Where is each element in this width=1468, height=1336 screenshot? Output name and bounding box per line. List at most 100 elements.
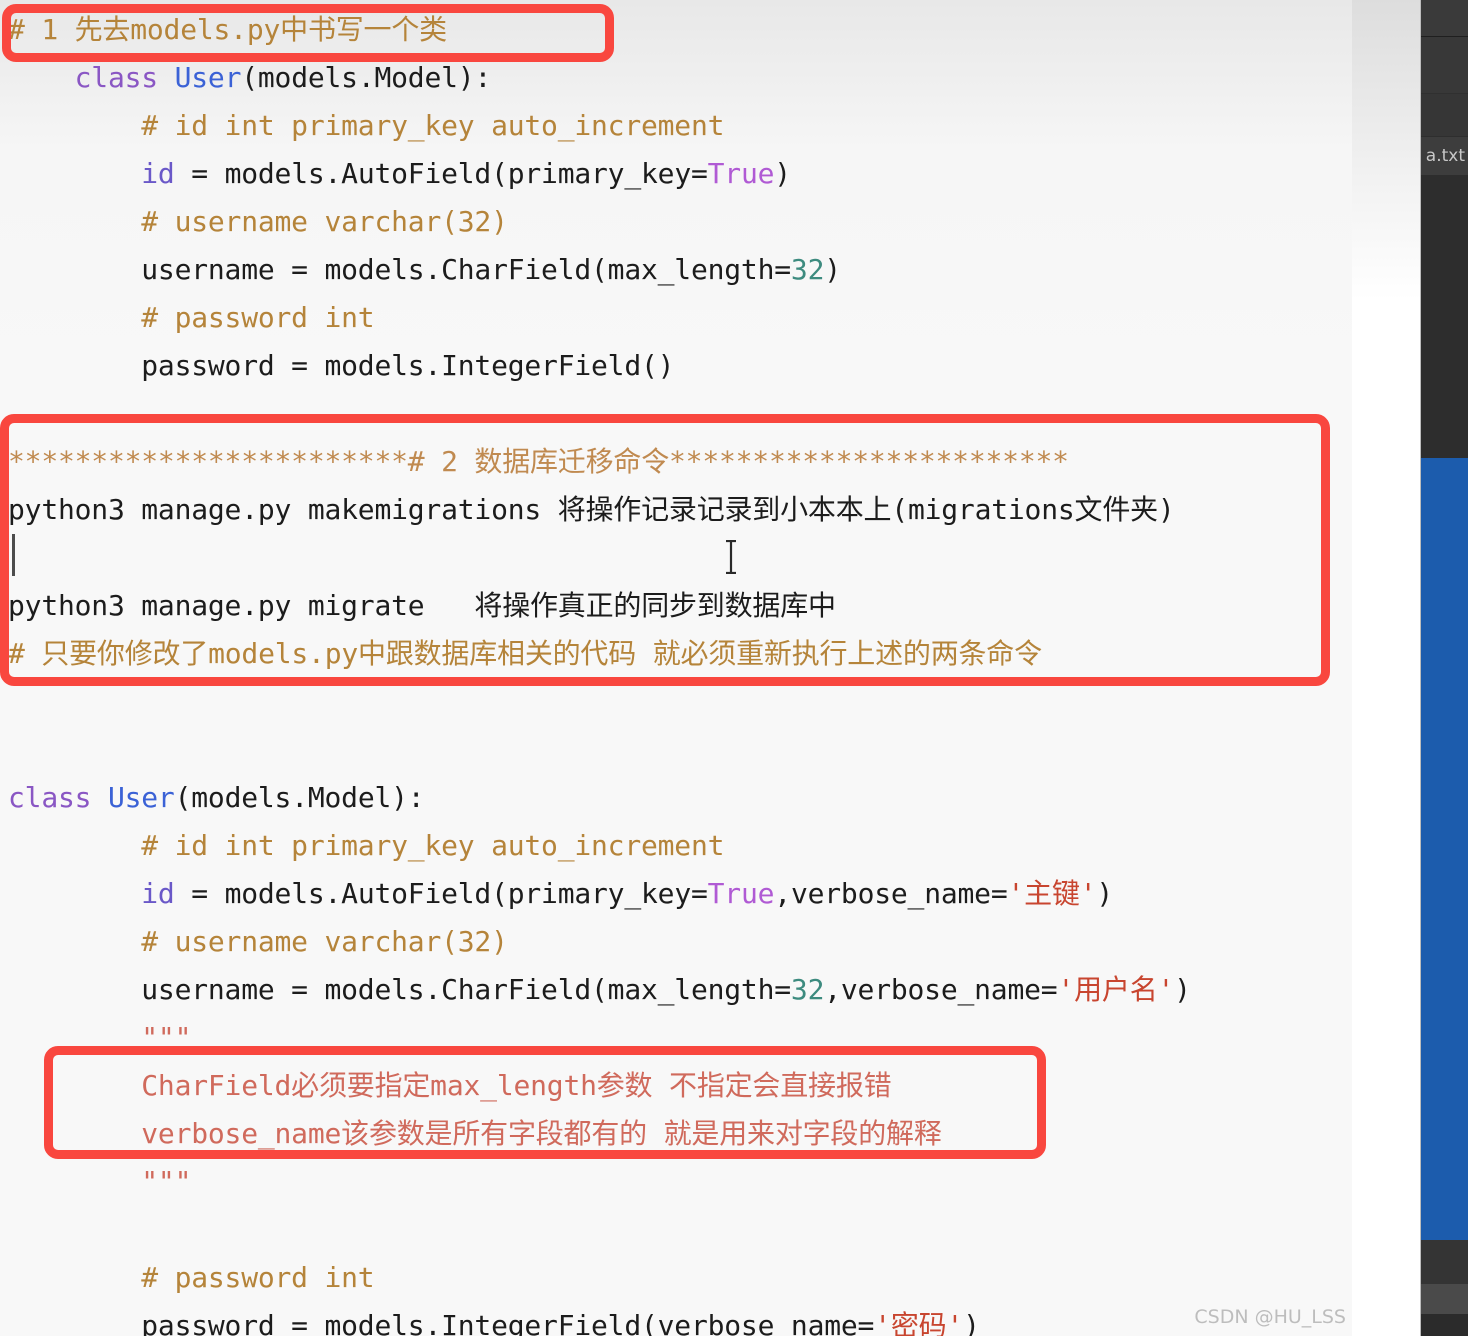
code-token: ) [824,253,841,286]
code-token: username = models.CharField(max_length= [141,973,791,1006]
code-token: password = models.IntegerField(verbose_n… [141,1309,875,1336]
code-token: username = models.CharField(max_length= [141,253,791,286]
code-token: ) [1174,973,1191,1006]
code-token: id [141,877,175,910]
dark-window-footer-upper [1421,1240,1468,1284]
code-token: '密码' [874,1309,964,1336]
code-token: python3 manage.py makemigrations 将操作记录记录… [8,493,1175,526]
code-line[interactable]: password = models.IntegerField() [0,342,1352,390]
code-token: python3 manage.py migrate 将操作真正的同步到数据库中 [8,589,836,622]
code-line[interactable]: # password int [0,294,1352,342]
code-token: 32 [790,253,825,286]
code-token: (models.Model): [241,61,492,94]
code-token: ,verbose_name= [774,877,1008,910]
code-token: ,verbose_name= [824,973,1058,1006]
code-line[interactable]: # 只要你修改了models.py中跟数据库相关的代码 就必须重新执行上述的两条… [0,630,1352,678]
code-line[interactable]: username = models.CharField(max_length=3… [0,246,1352,294]
right-window-strip: a.txt [1352,0,1468,1336]
code-token: 32 [790,973,825,1006]
code-token: ) [963,1309,980,1336]
code-token: '主键' [1007,877,1097,910]
code-token: class [74,61,175,94]
code-token: class [8,781,108,814]
dark-editor-window[interactable]: a.txt [1421,0,1468,1336]
code-token: ) [774,157,791,190]
code-token: # password int [141,1261,375,1294]
code-line[interactable]: class User(models.Model): [0,774,1352,822]
code-line[interactable]: verbose_name该参数是所有字段都有的 就是用来对字段的解释 [0,1110,1352,1158]
dark-window-toolbar [1421,37,1468,94]
code-line[interactable]: # id int primary_key auto_increment [0,102,1352,150]
dark-window-breadcrumb [1421,94,1468,137]
code-token: # 只要你修改了models.py中跟数据库相关的代码 就必须重新执行上述的两条… [8,637,1042,670]
code-line[interactable]: username = models.CharField(max_length=3… [0,966,1352,1014]
code-token: password = models.IntegerField() [141,349,675,382]
code-token: CharField必须要指定max_length参数 不指定会直接报错 [141,1069,892,1102]
dark-window-statusbar [1421,1284,1468,1314]
code-line[interactable]: python3 manage.py migrate 将操作真正的同步到数据库中 [0,582,1352,630]
code-block-models-py-v1[interactable]: # 1 先去models.py中书写一个类 class User(models.… [0,6,1352,390]
page-margin [1352,0,1421,1336]
code-line[interactable]: """ [0,1158,1352,1206]
code-token: User [107,781,175,814]
code-line[interactable] [0,1206,1352,1254]
code-line[interactable] [0,534,1352,582]
code-token: """ [141,1165,192,1198]
file-tab-a-txt[interactable]: a.txt [1421,137,1468,175]
screenshot-root: # 1 先去models.py中书写一个类 class User(models.… [0,0,1468,1336]
code-token: # 1 先去models.py中书写一个类 [8,13,447,46]
code-token: ) [1096,877,1114,910]
dark-window-titlebar [1421,0,1468,37]
code-token: # id int primary_key auto_increment [141,109,725,142]
code-token: """ [141,1021,192,1054]
code-token: # username varchar(32) [141,205,508,238]
code-token: ************************# 2 数据库迁移命令*****… [8,445,1069,478]
code-line[interactable]: CharField必须要指定max_length参数 不指定会直接报错 [0,1062,1352,1110]
code-token: True [707,157,775,190]
code-line[interactable]: password = models.IntegerField(verbose_n… [0,1302,1352,1336]
code-block-migration-commands[interactable]: ************************# 2 数据库迁移命令*****… [0,438,1352,678]
code-line[interactable]: class User(models.Model): [0,54,1352,102]
text-caret [12,534,15,576]
code-line[interactable]: id = models.AutoField(primary_key=True) [0,150,1352,198]
code-editor-pane[interactable]: # 1 先去models.py中书写一个类 class User(models.… [0,0,1352,1336]
code-token: id [141,157,175,190]
code-line[interactable]: # id int primary_key auto_increment [0,822,1352,870]
code-token: User [174,61,242,94]
code-line[interactable]: ************************# 2 数据库迁移命令*****… [0,438,1352,486]
dark-window-selection-highlight [1421,458,1468,1240]
code-line[interactable]: python3 manage.py makemigrations 将操作记录记录… [0,486,1352,534]
code-line[interactable]: # username varchar(32) [0,198,1352,246]
code-line[interactable]: id = models.AutoField(primary_key=True,v… [0,870,1352,918]
dark-window-footer-lower [1421,1314,1468,1336]
code-token: = models.AutoField(primary_key= [174,157,708,190]
code-line[interactable]: # username varchar(32) [0,918,1352,966]
code-token: = models.AutoField(primary_key= [174,877,708,910]
dark-window-body[interactable] [1421,175,1468,458]
code-line[interactable]: # password int [0,1254,1352,1302]
code-token: True [707,877,775,910]
code-line[interactable]: # 1 先去models.py中书写一个类 [0,6,1352,54]
code-block-models-py-v2[interactable]: class User(models.Model): # id int prima… [0,774,1352,1336]
code-token: # username varchar(32) [141,925,508,958]
code-token: # password int [141,301,375,334]
code-line[interactable]: """ [0,1014,1352,1062]
